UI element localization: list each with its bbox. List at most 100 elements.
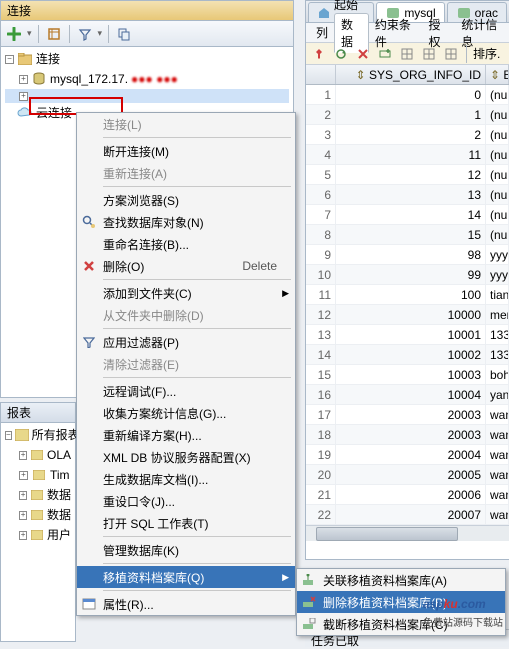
menu-item[interactable]: XML DB 协议服务器配置(X): [77, 446, 295, 468]
table-row[interactable]: 1610004yanglu: [306, 385, 509, 405]
menu-item[interactable]: 管理数据库(K): [77, 539, 295, 561]
table-row[interactable]: 1210000mengwei: [306, 305, 509, 325]
toolbar-btn-2[interactable]: [45, 25, 63, 43]
menu-shortcut: Delete: [242, 259, 277, 273]
table-row[interactable]: 1820003wanhe@c: [306, 425, 509, 445]
table-row[interactable]: 512(null): [306, 165, 509, 185]
x-icon[interactable]: [354, 45, 372, 63]
menu-item[interactable]: 应用过滤器(P): [77, 331, 295, 353]
menu-separator: [103, 563, 291, 564]
menu-item[interactable]: 连接(L): [77, 113, 295, 135]
expand-icon[interactable]: +: [19, 75, 28, 84]
col-rownum[interactable]: [306, 65, 336, 84]
menu-item[interactable]: 查找数据库对象(N): [77, 211, 295, 233]
expand-icon[interactable]: +: [19, 511, 27, 520]
menu-item[interactable]: 添加到文件夹(C): [77, 282, 295, 304]
scroll-thumb[interactable]: [316, 527, 458, 541]
menu-item[interactable]: 移植资料档案库(Q): [77, 566, 295, 588]
menu-item[interactable]: 方案浏览器(S): [77, 189, 295, 211]
grid-icon[interactable]: [442, 45, 460, 63]
menu-item[interactable]: 重命名连接(B)...: [77, 233, 295, 255]
dropdown-icon[interactable]: ▾: [98, 28, 103, 39]
pin-icon[interactable]: [310, 45, 328, 63]
cell-id: 20007: [336, 505, 486, 524]
table-row[interactable]: 815(null): [306, 225, 509, 245]
copy-icon[interactable]: [115, 25, 133, 43]
tree-item-mysql[interactable]: + mysql_172.17. ●●● ●●●: [5, 69, 289, 89]
menu-item[interactable]: 收集方案统计信息(G)...: [77, 402, 295, 424]
grid-icon[interactable]: [420, 45, 438, 63]
menu-label: 连接(L): [103, 116, 142, 133]
add-button[interactable]: [5, 25, 23, 43]
col-email[interactable]: ⇕ EMAIL: [486, 65, 509, 84]
sort-label[interactable]: 排序.: [473, 45, 500, 62]
menu-item[interactable]: 重新连接(A): [77, 162, 295, 184]
table-row[interactable]: 411(null): [306, 145, 509, 165]
expand-icon[interactable]: +: [19, 491, 27, 500]
menu-item[interactable]: 重设口令(J)...: [77, 490, 295, 512]
menu-item[interactable]: 删除(O)Delete: [77, 255, 295, 277]
horizontal-scrollbar[interactable]: [306, 525, 509, 541]
col-sys-org-info-id[interactable]: ⇕ SYS_ORG_INFO_ID: [336, 65, 486, 84]
separator: [108, 25, 109, 43]
menu-item[interactable]: 生成数据库文档(I)...: [77, 468, 295, 490]
expand-icon[interactable]: +: [19, 451, 27, 460]
menu-item[interactable]: 远程调试(F)...: [77, 380, 295, 402]
refresh-icon[interactable]: [332, 45, 350, 63]
menu-label: 收集方案统计信息(G)...: [103, 405, 226, 422]
wm-ku: ku: [444, 597, 458, 611]
wm-asp: asp: [423, 597, 444, 611]
menu-item[interactable]: 断开连接(M): [77, 140, 295, 162]
menu-item[interactable]: 从文件夹中删除(D): [77, 304, 295, 326]
cell-email: wanhe@c: [486, 425, 509, 444]
cell-id: 20005: [336, 465, 486, 484]
table-row[interactable]: 1720003wanhe@c: [306, 405, 509, 425]
add-row-icon[interactable]: [376, 45, 394, 63]
tree-item[interactable]: +OLA: [5, 445, 71, 465]
table-row[interactable]: 2120006wanhe@c: [306, 485, 509, 505]
menu-item[interactable]: 属性(R)...: [77, 593, 295, 615]
table-row[interactable]: 13100011330463: [306, 325, 509, 345]
table-row[interactable]: 714(null): [306, 205, 509, 225]
table-row[interactable]: 998yyyyyy: [306, 245, 509, 265]
menu-item[interactable]: 清除过滤器(E): [77, 353, 295, 375]
subtab-columns[interactable]: 列: [310, 22, 334, 43]
cloud-icon: [17, 105, 33, 121]
filter-icon[interactable]: [76, 25, 94, 43]
table-row[interactable]: 1920004wanhe@c: [306, 445, 509, 465]
expand-icon[interactable]: +: [19, 471, 28, 480]
menu-label: 添加到文件夹(C): [103, 285, 192, 302]
menu-item[interactable]: 打开 SQL 工作表(T): [77, 512, 295, 534]
table-row[interactable]: 11100tianzh: [306, 285, 509, 305]
separator: [69, 25, 70, 43]
cell-rownum: 8: [306, 225, 336, 244]
expand-icon[interactable]: +: [19, 92, 28, 101]
tree-item-selected[interactable]: +: [5, 89, 289, 103]
tree-item[interactable]: +Tim: [5, 465, 71, 485]
table-row[interactable]: 2220007wanhe@c: [306, 505, 509, 525]
dropdown-icon[interactable]: ▾: [27, 28, 32, 39]
expand-icon[interactable]: +: [19, 531, 27, 540]
table-row[interactable]: 1510003bohanji: [306, 365, 509, 385]
table-row[interactable]: 10(null): [306, 85, 509, 105]
table-row[interactable]: 21(null): [306, 105, 509, 125]
menu-label: 应用过滤器(P): [103, 334, 179, 351]
collapse-icon[interactable]: −: [5, 55, 14, 64]
table-row[interactable]: 32(null): [306, 125, 509, 145]
table-row[interactable]: 14100021330463: [306, 345, 509, 365]
menu-label: 生成数据库文档(I)...: [103, 471, 208, 488]
grid-icon[interactable]: [398, 45, 416, 63]
tree-item[interactable]: +数据: [5, 485, 71, 505]
tree-root-reports[interactable]: − 所有报表: [5, 425, 71, 445]
cell-rownum: 4: [306, 145, 336, 164]
table-row[interactable]: 1099yyyyyy: [306, 265, 509, 285]
tree-item[interactable]: +用户: [5, 525, 71, 545]
menu-item[interactable]: 重新编译方案(H)...: [77, 424, 295, 446]
collapse-icon[interactable]: −: [5, 431, 12, 440]
separator: [38, 25, 39, 43]
cell-email: wanhe@c: [486, 445, 509, 464]
table-row[interactable]: 613(null): [306, 185, 509, 205]
table-row[interactable]: 2020005wanhe@c: [306, 465, 509, 485]
tree-root-connections[interactable]: − 连接: [5, 49, 289, 69]
tree-item[interactable]: +数据: [5, 505, 71, 525]
